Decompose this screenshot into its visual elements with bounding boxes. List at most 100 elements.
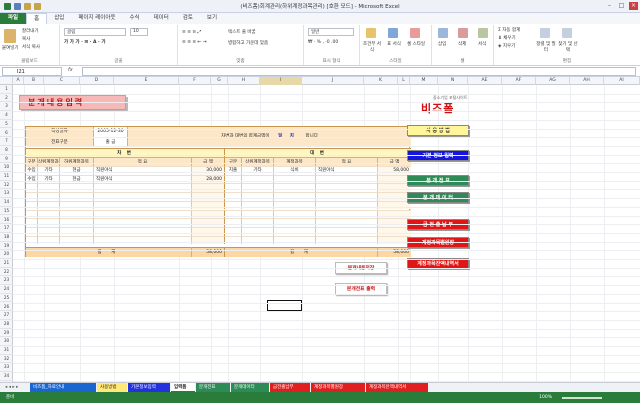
name-box[interactable]: I21 (2, 67, 62, 76)
row-header[interactable]: 14 (0, 198, 13, 207)
credit-entry-cell[interactable] (315, 200, 377, 210)
credit-entry-cell[interactable] (224, 200, 241, 210)
debit-entry-cell[interactable] (191, 192, 224, 201)
debit-entry-cell[interactable] (191, 235, 224, 245)
debit-entry-cell[interactable] (59, 183, 93, 193)
usage-guide-button[interactable]: 사 용 방 법 (407, 125, 469, 136)
debit-entry-cell[interactable] (26, 226, 37, 236)
row-header[interactable]: 30 (0, 337, 13, 346)
credit-entry-cell[interactable] (241, 174, 273, 184)
credit-entry-cell[interactable] (241, 226, 273, 236)
row-header[interactable]: 8 (0, 146, 13, 155)
debit-entry-cell[interactable]: 현금 (59, 174, 93, 184)
sort-filter-button[interactable]: 정렬 및 필터 (536, 41, 556, 53)
find-select-button[interactable]: 찾기 및 선택 (558, 41, 578, 53)
debit-entry-cell[interactable] (93, 235, 191, 245)
debit-entry-cell[interactable] (26, 192, 37, 201)
row-header[interactable]: 5 (0, 120, 13, 129)
credit-entry-cell[interactable] (377, 183, 411, 193)
credit-entry-cell[interactable] (224, 226, 241, 236)
autosum-button[interactable]: Σ 자동 합계 (498, 27, 520, 33)
table-format-button[interactable]: 표 서식 (386, 41, 402, 47)
column-header[interactable]: AI (604, 77, 640, 85)
row-header[interactable]: 6 (0, 129, 13, 138)
column-header[interactable]: AE (468, 77, 502, 85)
copy-button[interactable]: 복사 (22, 36, 30, 42)
column-header[interactable]: M (410, 77, 438, 85)
credit-entry-cell[interactable]: 58,000 (377, 166, 411, 175)
debit-entry-cell[interactable] (93, 183, 191, 193)
debit-entry-cell[interactable]: 현금 (59, 166, 93, 175)
row-header[interactable]: 22 (0, 268, 13, 277)
tab-formulas[interactable]: 수식 (122, 13, 146, 24)
column-header[interactable]: AG (536, 77, 570, 85)
credit-entry-cell[interactable] (273, 235, 315, 245)
close-icon[interactable]: × (629, 2, 638, 10)
number-format-select[interactable]: 일반 (308, 28, 354, 36)
row-header[interactable]: 19 (0, 242, 13, 251)
debit-entry-cell[interactable] (59, 209, 93, 219)
column-header[interactable]: F (179, 77, 211, 85)
credit-entry-cell[interactable] (241, 209, 273, 219)
sheet-tab[interactable]: 분개데이터 (231, 383, 269, 392)
debit-entry-cell[interactable] (59, 218, 93, 227)
minimize-icon[interactable]: – (605, 2, 614, 10)
credit-entry-cell[interactable] (241, 200, 273, 210)
cell-styles-icon[interactable] (410, 28, 420, 38)
debit-entry-cell[interactable]: 직원야식 (93, 174, 191, 184)
credit-entry-cell[interactable] (273, 200, 315, 210)
insert-cells-button[interactable]: 삽입 (438, 41, 446, 47)
column-header[interactable]: AH (570, 77, 604, 85)
fx-icon[interactable]: fx (68, 67, 73, 73)
credit-entry-cell[interactable] (273, 218, 315, 227)
credit-entry-cell[interactable] (315, 183, 377, 193)
maximize-icon[interactable]: □ (617, 2, 626, 10)
credit-entry-cell[interactable] (377, 209, 411, 219)
sheet-tab[interactable]: 금전출납부 (270, 383, 310, 392)
sheet-tab[interactable]: 입력폼 (171, 383, 195, 392)
debit-entry-cell[interactable] (93, 226, 191, 236)
table-format-icon[interactable] (388, 28, 398, 38)
wrap-text-button[interactable]: 텍스트 줄 바꿈 (228, 29, 256, 35)
column-header[interactable]: K (364, 77, 398, 85)
debit-entry-cell[interactable]: 기타 (37, 174, 59, 184)
debit-entry-cell[interactable]: 수입 (26, 166, 37, 175)
debit-entry-cell[interactable] (191, 183, 224, 193)
delete-cells-icon[interactable] (458, 28, 468, 38)
column-header[interactable]: D (80, 77, 114, 85)
debit-entry-cell[interactable] (26, 209, 37, 219)
find-select-icon[interactable] (562, 28, 572, 38)
tab-review[interactable]: 검토 (176, 13, 200, 24)
merge-center-button[interactable]: 병합하고 가운데 맞춤 (228, 40, 268, 46)
paste-button[interactable]: 붙여넣기 (2, 45, 19, 51)
row-header[interactable]: 29 (0, 329, 13, 338)
debit-entry-cell[interactable] (59, 235, 93, 245)
debit-entry-cell[interactable]: 기타 (37, 166, 59, 175)
credit-entry-cell[interactable] (241, 218, 273, 227)
credit-entry-cell[interactable]: 지출 (224, 166, 241, 175)
credit-entry-cell[interactable] (273, 226, 315, 236)
credit-entry-cell[interactable] (273, 209, 315, 219)
row-header[interactable]: 10 (0, 163, 13, 172)
tab-page-layout[interactable]: 페이지 레이아웃 (71, 13, 122, 24)
debit-entry-cell[interactable] (93, 192, 191, 201)
zoom-slider[interactable] (562, 397, 602, 399)
sheet-tab[interactable]: 분개전표 (196, 383, 230, 392)
credit-entry-cell[interactable] (241, 235, 273, 245)
row-header[interactable]: 32 (0, 355, 13, 364)
row-header[interactable]: 18 (0, 233, 13, 242)
column-header[interactable]: J (302, 77, 364, 85)
row-header[interactable]: 15 (0, 207, 13, 216)
insert-cells-icon[interactable] (438, 28, 448, 38)
format-painter-button[interactable]: 서식 복사 (22, 44, 40, 50)
debit-entry-cell[interactable] (93, 209, 191, 219)
sheet-tab[interactable]: 계정과목잔액내역서 (366, 383, 428, 392)
credit-entry-cell[interactable] (224, 192, 241, 201)
row-header[interactable]: 25 (0, 294, 13, 303)
cut-button[interactable]: 잘라내기 (22, 28, 39, 34)
clear-button[interactable]: ◈ 지우기 (498, 43, 515, 49)
zoom-level[interactable]: 100% (539, 392, 552, 403)
currency-icon[interactable]: ₩ · % , ·0 .00 (308, 40, 338, 45)
row-header[interactable]: 4 (0, 111, 13, 120)
fill-button[interactable]: ⬇ 채우기 (498, 35, 516, 41)
